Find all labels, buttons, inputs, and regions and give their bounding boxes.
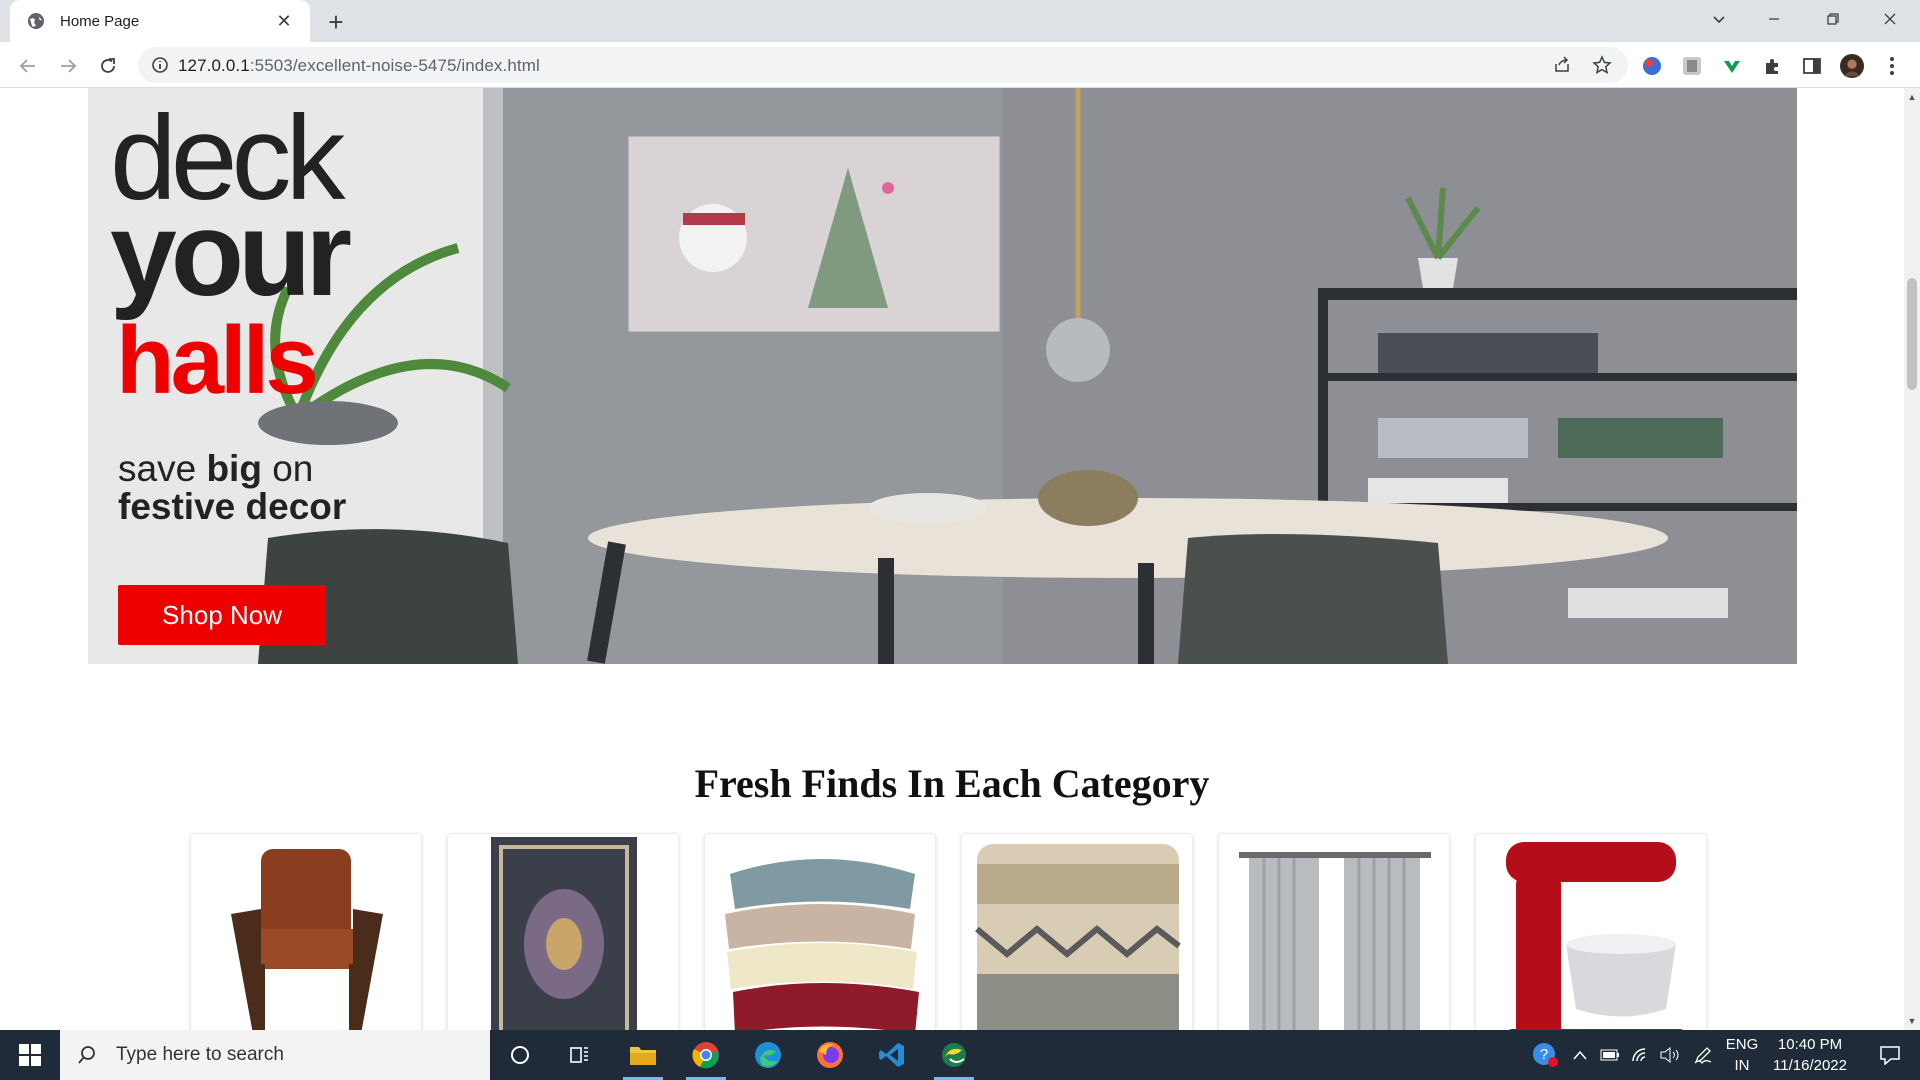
start-button[interactable] [0,1030,60,1080]
wifi-icon[interactable] [1628,1030,1652,1080]
tab-search-icon[interactable] [1697,0,1741,38]
hero-subtitle-line1: save big on [118,448,313,490]
hero-headline-halls: halls [116,307,319,414]
page-scrollbar[interactable]: ▲ ▼ [1904,88,1920,1030]
chrome-icon[interactable] [678,1030,734,1080]
vscode-icon[interactable] [864,1030,920,1080]
restore-button[interactable] [1811,0,1855,38]
rug-image [491,837,637,1030]
address-bar[interactable]: 127.0.0.1:5503/excellent-noise-5475/inde… [138,47,1628,83]
firefox-icon[interactable] [802,1030,858,1080]
new-tab-button[interactable]: + [322,7,350,37]
scroll-up-arrow[interactable]: ▲ [1907,92,1917,102]
cortana-icon[interactable] [492,1030,548,1080]
tab-home-page[interactable]: Home Page ✕ [10,0,310,42]
shop-now-button[interactable]: Shop Now [118,585,326,645]
globe-icon [28,13,44,29]
hero-sub-prefix: save [118,448,197,489]
edge-icon[interactable] [740,1030,796,1080]
reload-button[interactable] [92,50,124,82]
category-card-curtains[interactable] [1218,833,1450,1030]
tray-chevron-up-icon[interactable] [1568,1030,1592,1080]
file-explorer-icon[interactable] [615,1030,671,1080]
task-view-icon[interactable] [552,1030,608,1080]
pen-icon[interactable] [1690,1030,1716,1080]
arrow-right-icon [61,59,77,73]
clock-time: 10:40 PM [1777,1036,1843,1053]
url-text: 127.0.0.1:5503/excellent-noise-5475/inde… [178,56,540,76]
share-icon[interactable] [1550,53,1574,77]
browser-tabstrip: Home Page ✕ + [0,0,1920,42]
hero-headline-your: your [110,187,352,321]
side-panel-icon[interactable] [1800,54,1824,78]
taskbar-search-box[interactable]: Type here to search [60,1030,490,1080]
category-card-mixer[interactable] [1475,833,1707,1030]
page-viewport: deck your halls save big on festive deco… [0,88,1904,1030]
browser-toolbar: 127.0.0.1:5503/excellent-noise-5475/inde… [0,42,1920,88]
menu-kebab-icon[interactable] [1880,54,1904,78]
category-cards [190,833,1710,1030]
scroll-down-arrow[interactable]: ▼ [1907,1016,1917,1026]
search-icon [78,1046,95,1064]
bookmark-star-icon[interactable] [1590,53,1614,77]
stand-mixer-image [1506,842,1684,1030]
edge-dev-icon[interactable] [926,1030,982,1080]
hero-banner: deck your halls save big on festive deco… [88,88,1797,664]
close-window-button[interactable] [1868,0,1912,38]
svg-text:?: ? [1540,1046,1548,1063]
extension-vpn-icon[interactable] [1720,54,1744,78]
profile-avatar[interactable] [1840,54,1864,78]
hero-subtitle-line2: festive decor [118,486,347,527]
curtains-image [1239,852,1431,1030]
clock[interactable]: 10:40 PM 11/16/2022 [1760,1034,1860,1076]
hero-sub-suffix: on [272,448,314,489]
info-icon[interactable] [148,53,172,77]
hero-copy: deck your halls save big on festive deco… [88,88,508,664]
reload-icon [101,58,115,73]
url-path: :5503/excellent-noise-5475/index.html [249,56,540,75]
section-title: Fresh Finds In Each Category [694,761,1210,806]
back-button[interactable] [12,50,44,82]
help-icon[interactable]: ? [1528,1030,1562,1080]
url-host: 127.0.0.1 [178,56,250,75]
clock-date: 11/16/2022 [1773,1057,1847,1074]
scrollbar-thumb[interactable] [1907,278,1917,390]
extension-portrait-icon[interactable] [1680,54,1704,78]
pillow-image [975,844,1181,1030]
tab-title: Home Page [60,12,140,30]
throw-blankets-image [725,859,919,1030]
category-card-blankets[interactable] [704,833,936,1030]
extensions-puzzle-icon[interactable] [1760,54,1784,78]
armchair-image [231,849,383,1030]
category-card-armchair[interactable] [190,833,422,1030]
volume-icon[interactable] [1656,1030,1684,1080]
taskbar: Type here to search ? ENG IN 10:40 PM 11… [0,1030,1920,1080]
language-bottom: IN [1734,1057,1750,1074]
extension-globe-icon[interactable] [1640,54,1664,78]
windows-logo-icon [19,1044,41,1066]
category-card-rug[interactable] [447,833,679,1030]
category-card-pillow[interactable] [961,833,1193,1030]
hero-sub-bold: big [206,448,262,489]
close-tab-icon[interactable]: ✕ [272,9,296,33]
arrow-left-icon [19,59,35,73]
minimize-button[interactable] [1752,0,1796,38]
taskbar-search-placeholder: Type here to search [116,1044,284,1065]
notification-center-icon[interactable] [1866,1030,1914,1080]
language-indicator[interactable]: ENG IN [1722,1034,1762,1076]
forward-button[interactable] [52,50,84,82]
language-top: ENG [1725,1036,1759,1053]
battery-icon[interactable] [1596,1030,1624,1080]
